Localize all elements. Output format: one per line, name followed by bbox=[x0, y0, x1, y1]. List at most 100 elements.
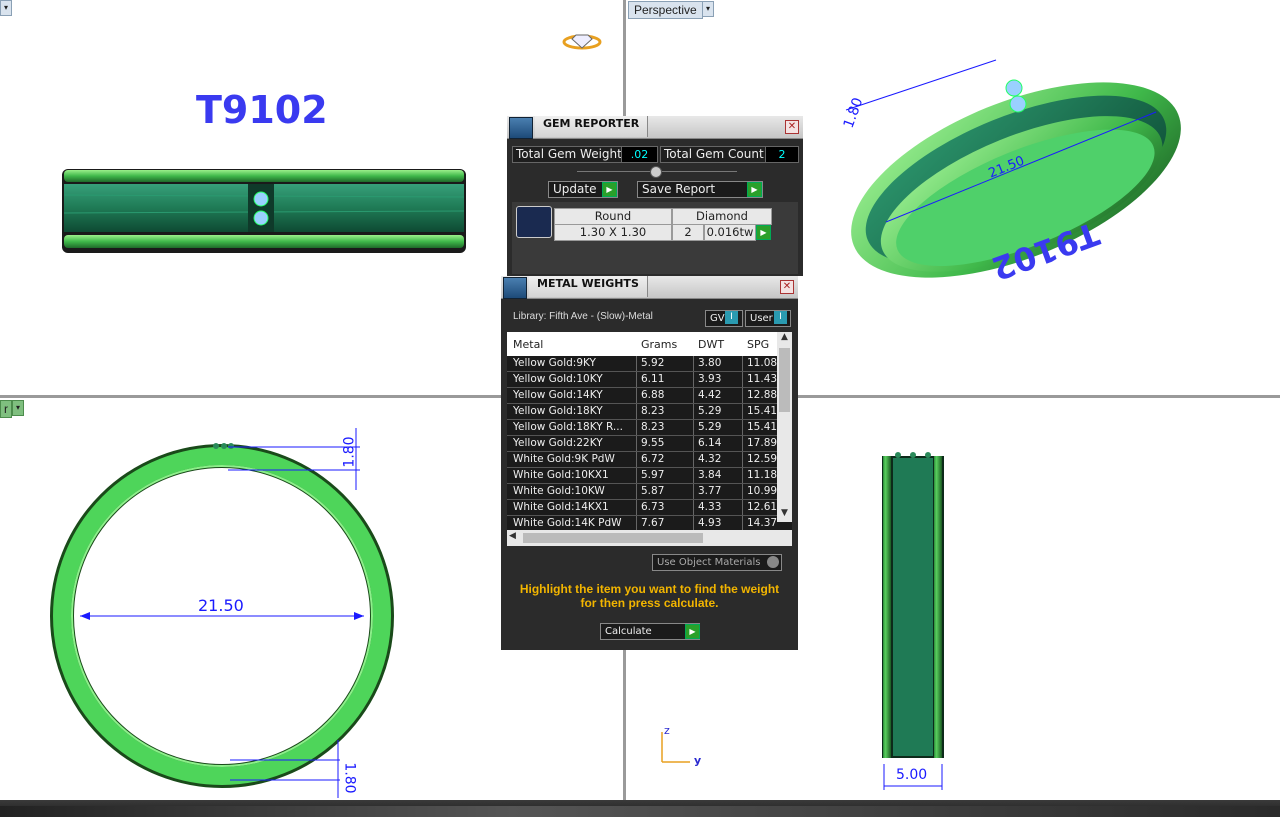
total-gem-count-label: Total Gem Count bbox=[660, 146, 768, 163]
cell-grams: 8.23 bbox=[641, 421, 665, 433]
scroll-up-icon[interactable]: ▲ bbox=[777, 332, 792, 346]
cell-grams: 6.88 bbox=[641, 389, 665, 401]
cell-spg: 11.18 bbox=[747, 469, 777, 481]
column-separator bbox=[693, 388, 694, 403]
column-separator bbox=[636, 484, 637, 499]
column-separator bbox=[693, 500, 694, 515]
viewport-label-perspective[interactable]: Perspective bbox=[628, 1, 703, 19]
h-scrollbar-thumb[interactable] bbox=[523, 533, 703, 543]
use-object-materials-toggle[interactable]: Use Object Materials bbox=[652, 554, 782, 571]
viewport-menu-dropdown[interactable]: ▾ bbox=[702, 1, 714, 17]
column-separator bbox=[636, 420, 637, 435]
user-info-icon[interactable]: I bbox=[774, 311, 787, 324]
cell-grams: 6.72 bbox=[641, 453, 665, 465]
table-row[interactable]: Yellow Gold:14KY 6.88 4.42 12.88 bbox=[507, 388, 777, 404]
table-row[interactable]: Yellow Gold:9KY 5.92 3.80 11.08 bbox=[507, 356, 777, 372]
cell-metal: Yellow Gold:14KY bbox=[513, 389, 603, 401]
gem-weight-cell[interactable]: 0.016tw bbox=[704, 224, 756, 241]
cell-dwt: 4.33 bbox=[698, 501, 722, 513]
column-separator bbox=[742, 420, 743, 435]
scroll-down-icon[interactable]: ▼ bbox=[777, 508, 792, 522]
gem-list[interactable]: Round Diamond 1.30 X 1.30 2 0.016tw ▶ bbox=[512, 202, 798, 274]
gv-info-icon[interactable]: I bbox=[725, 311, 738, 324]
column-separator bbox=[742, 500, 743, 515]
column-separator bbox=[636, 452, 637, 467]
scrollbar-thumb[interactable] bbox=[779, 348, 790, 412]
cell-metal: Yellow Gold:18KY bbox=[513, 405, 603, 417]
cell-dwt: 5.29 bbox=[698, 421, 722, 433]
column-separator bbox=[693, 484, 694, 499]
gem-count-cell[interactable]: 2 bbox=[672, 224, 704, 241]
column-separator bbox=[742, 404, 743, 419]
close-icon[interactable]: ✕ bbox=[785, 120, 799, 134]
table-row[interactable]: Yellow Gold:18KY 8.23 5.29 15.41 bbox=[507, 404, 777, 420]
column-separator bbox=[693, 420, 694, 435]
cell-dwt: 5.29 bbox=[698, 405, 722, 417]
metal-table-header: Metal Grams DWT SPG bbox=[507, 332, 777, 356]
column-separator bbox=[693, 436, 694, 451]
cell-metal: White Gold:10KW bbox=[513, 485, 605, 497]
table-row[interactable]: White Gold:10KX1 5.97 3.84 11.18 bbox=[507, 468, 777, 484]
metal-weights-panel[interactable]: METAL WEIGHTS ✕ Library: Fifth Ave - (Sl… bbox=[501, 276, 798, 650]
gem-shape-thumbnail[interactable] bbox=[516, 206, 552, 238]
column-separator bbox=[693, 372, 694, 387]
table-row[interactable]: Yellow Gold:10KY 6.11 3.93 11.43 bbox=[507, 372, 777, 388]
save-report-button[interactable]: Save Report bbox=[637, 181, 763, 198]
column-separator bbox=[742, 516, 743, 531]
metal-table[interactable]: Metal Grams DWT SPG Yellow Gold:9KY 5.92 3… bbox=[507, 332, 792, 546]
column-header-spg[interactable]: SPG bbox=[747, 338, 769, 351]
cell-dwt: 4.93 bbox=[698, 517, 722, 529]
viewport-menu-dropdown[interactable]: ▾ bbox=[0, 0, 12, 16]
total-gem-weight-label: Total Gem Weight bbox=[512, 146, 626, 163]
gem-reporter-panel[interactable]: GEM REPORTER ✕ Total Gem Weight .02 Tota… bbox=[507, 116, 803, 276]
cell-spg: 12.59 bbox=[747, 453, 777, 465]
horizontal-scrollbar[interactable]: ◀ bbox=[507, 530, 792, 546]
cell-spg: 11.08 bbox=[747, 357, 777, 369]
column-separator bbox=[636, 516, 637, 531]
cell-spg: 10.99 bbox=[747, 485, 777, 497]
scroll-left-icon[interactable]: ◀ bbox=[509, 531, 516, 541]
column-separator bbox=[742, 468, 743, 483]
table-row[interactable]: White Gold:10KW 5.87 3.77 10.99 bbox=[507, 484, 777, 500]
gem-size-cell[interactable]: 1.30 X 1.30 bbox=[554, 224, 672, 241]
update-go-icon[interactable]: ▶ bbox=[602, 182, 617, 197]
gem-weight-go-icon[interactable]: ▶ bbox=[756, 225, 771, 240]
column-separator bbox=[693, 404, 694, 419]
column-header-dwt[interactable]: DWT bbox=[698, 338, 724, 351]
table-row[interactable]: Yellow Gold:22KY 9.55 6.14 17.89 bbox=[507, 436, 777, 452]
metal-table-body[interactable]: Yellow Gold:9KY 5.92 3.80 11.08 Yellow Gold:… bbox=[507, 356, 777, 532]
column-separator bbox=[693, 516, 694, 531]
gem-reporter-titlebar[interactable]: GEM REPORTER ✕ bbox=[507, 116, 803, 139]
cell-dwt: 3.80 bbox=[698, 357, 722, 369]
column-header-metal[interactable]: Metal bbox=[513, 338, 543, 351]
table-row[interactable]: White Gold:14KX1 6.73 4.33 12.61 bbox=[507, 500, 777, 516]
gem-material-cell[interactable]: Diamond bbox=[672, 208, 772, 225]
cell-metal: Yellow Gold:18KY R... bbox=[513, 421, 623, 433]
table-row[interactable]: Yellow Gold:18KY R... 8.23 5.29 15.41 bbox=[507, 420, 777, 436]
column-separator bbox=[742, 436, 743, 451]
dim-bottom-label: 1.80 bbox=[341, 762, 358, 794]
cell-spg: 11.43 bbox=[747, 373, 777, 385]
cell-metal: Yellow Gold:10KY bbox=[513, 373, 603, 385]
cell-grams: 7.67 bbox=[641, 517, 665, 529]
close-icon[interactable]: ✕ bbox=[780, 280, 794, 294]
column-header-grams[interactable]: Grams bbox=[641, 338, 677, 351]
dim-top-label: 1.80 bbox=[341, 436, 358, 468]
cell-spg: 12.88 bbox=[747, 389, 777, 401]
column-separator bbox=[693, 356, 694, 371]
save-report-go-icon[interactable]: ▶ bbox=[747, 182, 762, 197]
column-separator bbox=[636, 404, 637, 419]
gem-shape-cell[interactable]: Round bbox=[554, 208, 672, 225]
settings-gear-icon[interactable] bbox=[767, 556, 779, 568]
cell-dwt: 3.77 bbox=[698, 485, 722, 497]
cell-grams: 6.73 bbox=[641, 501, 665, 513]
calculate-go-icon[interactable]: ▶ bbox=[685, 624, 700, 639]
cell-spg: 15.41 bbox=[747, 421, 777, 433]
ring-preview-icon[interactable] bbox=[562, 30, 602, 54]
splitter-knob[interactable] bbox=[650, 166, 662, 178]
metal-weights-titlebar[interactable]: METAL WEIGHTS ✕ bbox=[501, 276, 798, 299]
cell-grams: 9.55 bbox=[641, 437, 665, 449]
vertical-scrollbar[interactable]: ▲ ▼ bbox=[777, 332, 792, 522]
taskbar bbox=[0, 800, 1280, 817]
table-row[interactable]: White Gold:9K PdW 6.72 4.32 12.59 bbox=[507, 452, 777, 468]
